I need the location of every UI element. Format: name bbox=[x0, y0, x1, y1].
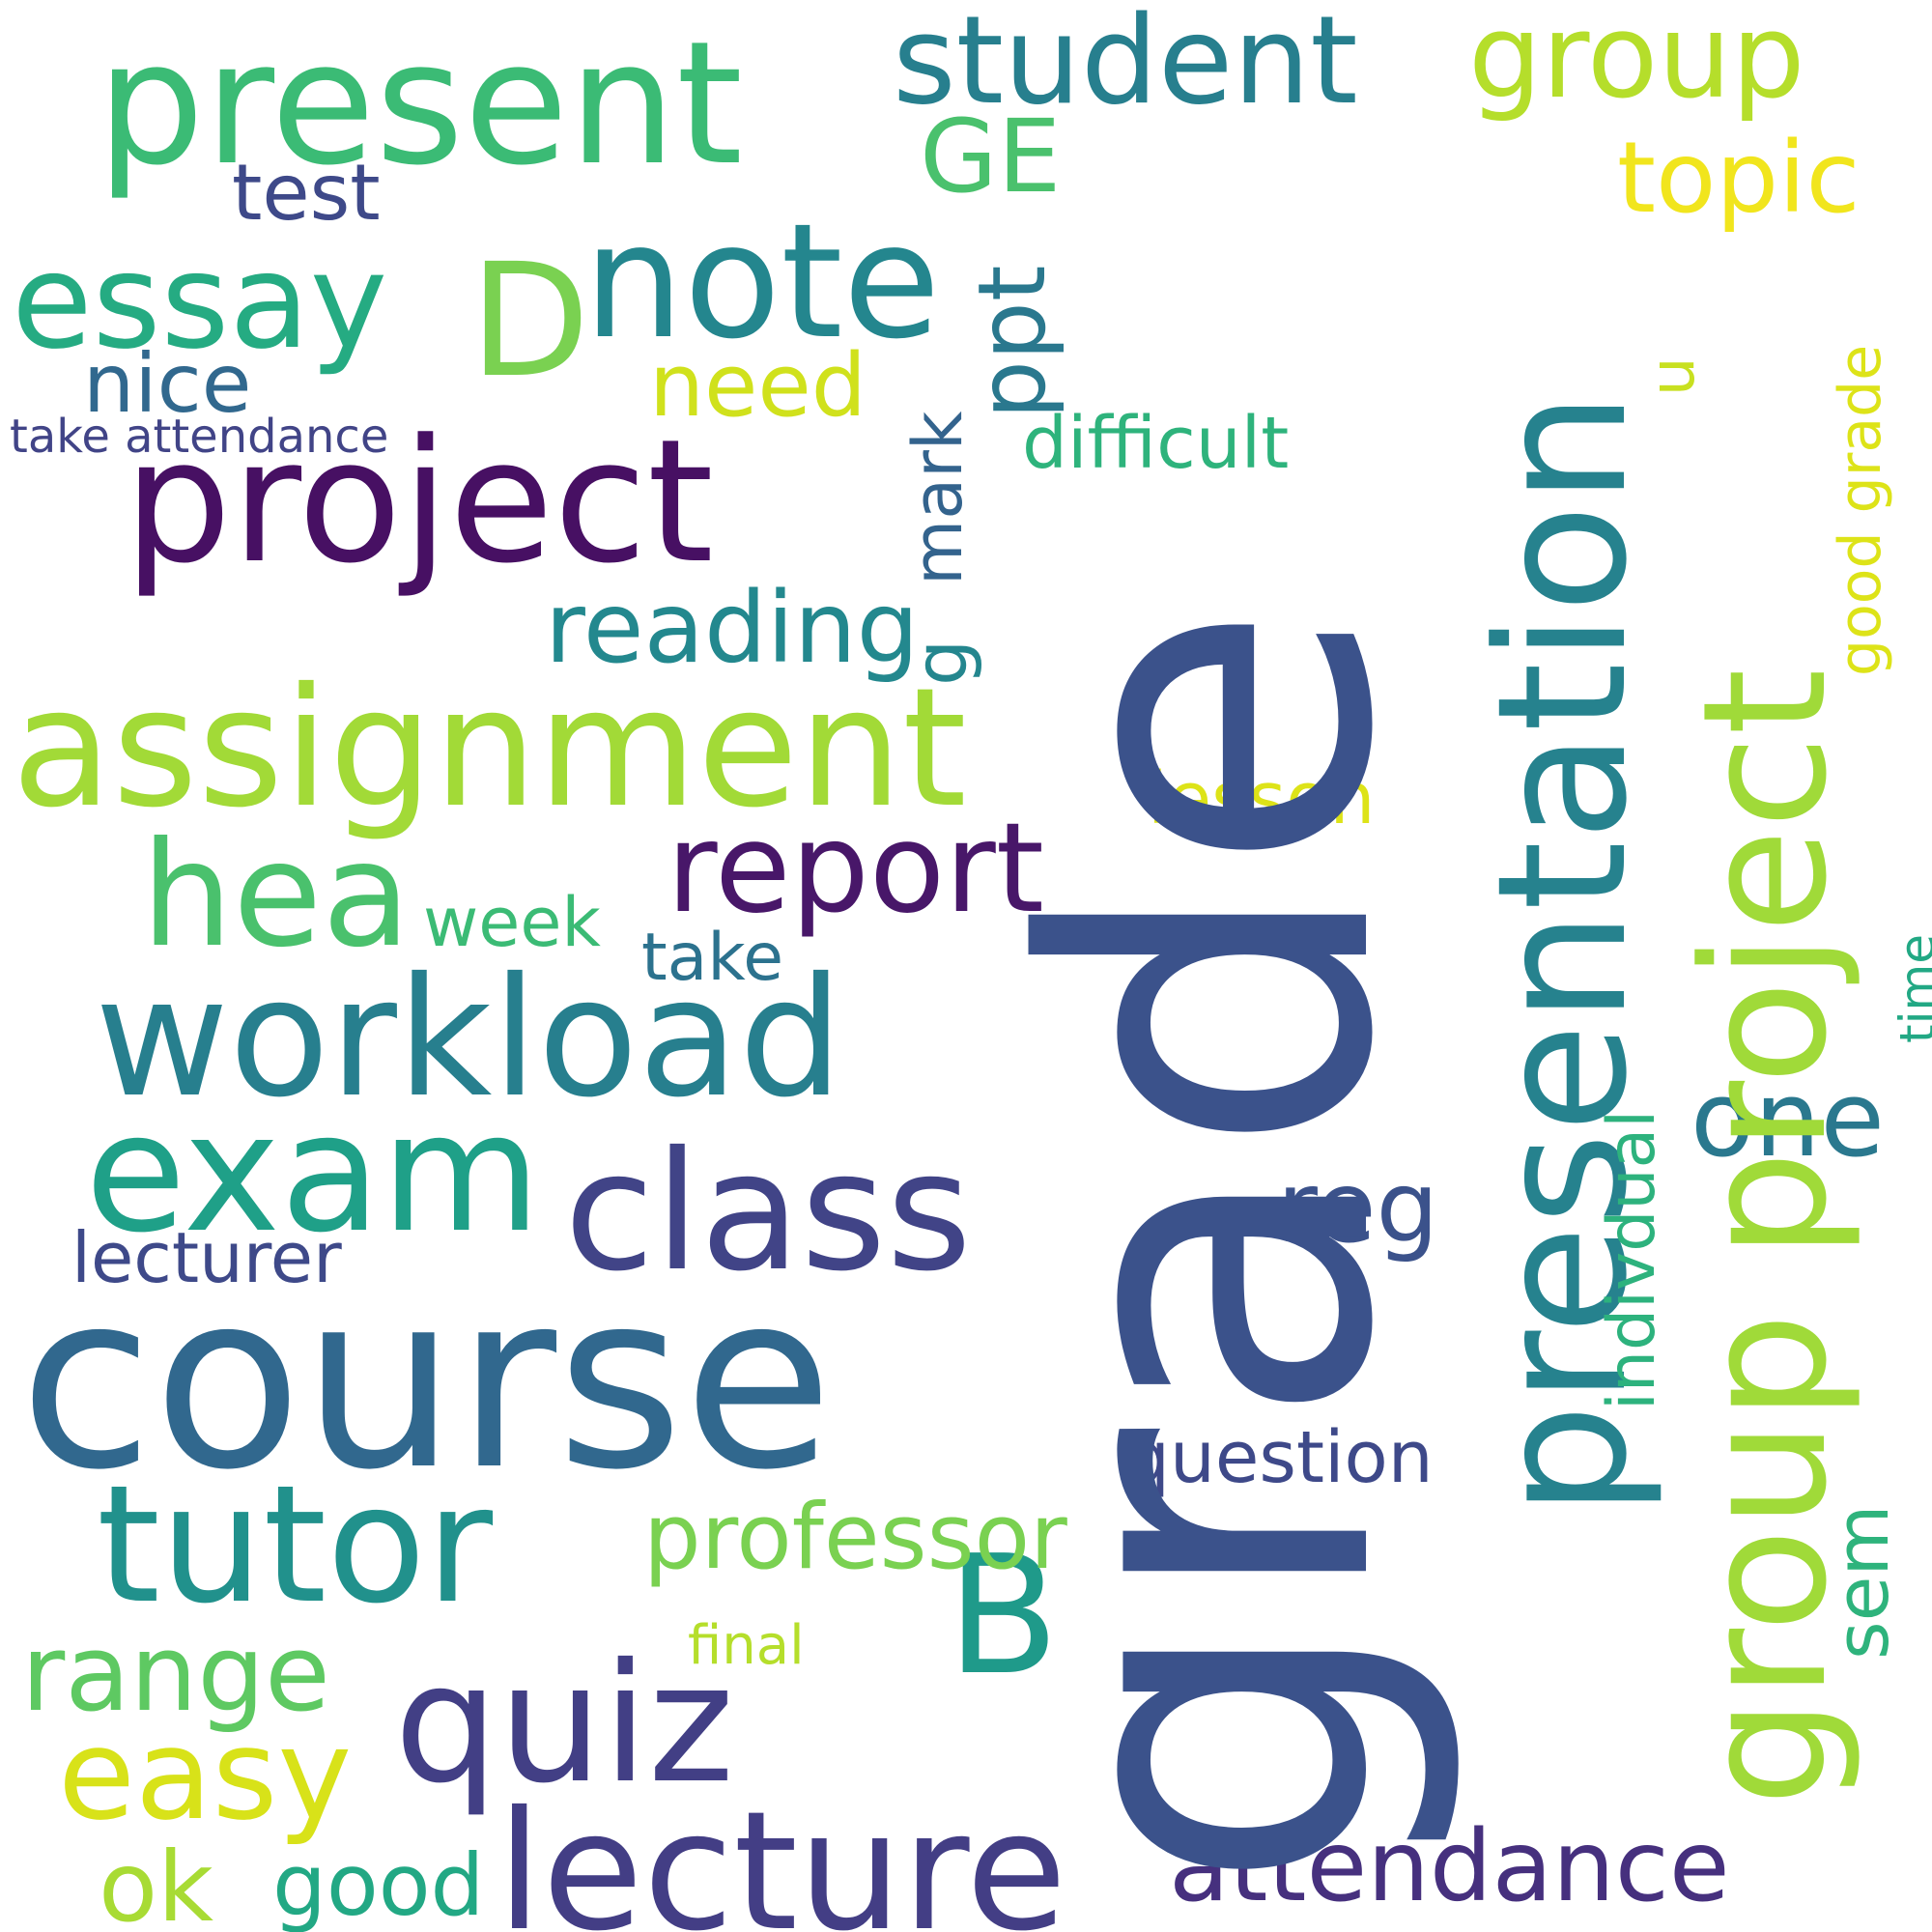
word-test: test bbox=[232, 148, 381, 238]
word-sem: sem bbox=[1819, 1504, 1905, 1660]
word-hea: hea bbox=[141, 811, 412, 980]
word-reading: reading bbox=[545, 571, 920, 686]
word-tutor: tutor bbox=[97, 1450, 494, 1639]
word-present: present bbox=[97, 5, 744, 203]
word-group: group bbox=[1468, 0, 1805, 125]
word-mark: mark bbox=[898, 411, 978, 585]
word-good: good bbox=[272, 1835, 485, 1932]
word-final: final bbox=[688, 1614, 805, 1677]
word-ok: ok bbox=[99, 1831, 214, 1932]
word-GE: GE bbox=[920, 98, 1062, 215]
word-time: time bbox=[1889, 934, 1932, 1043]
word-g: g bbox=[897, 639, 983, 686]
word-lecturer: lecturer bbox=[71, 1217, 342, 1298]
word-topic: topic bbox=[1617, 121, 1861, 236]
word-quiz: quiz bbox=[394, 1629, 735, 1820]
word-D: D bbox=[469, 231, 590, 412]
word-indivdual: indivdual bbox=[1594, 1109, 1670, 1410]
word-u: u bbox=[1637, 356, 1709, 396]
word-easy: easy bbox=[58, 1701, 353, 1848]
word-need: need bbox=[649, 335, 867, 437]
word-take: take bbox=[641, 920, 784, 996]
word-good-grade: good grade bbox=[1827, 344, 1894, 676]
word-take-attendance: take attendance bbox=[10, 410, 389, 464]
word-ppt: ppt bbox=[958, 265, 1066, 419]
word-grade: grade bbox=[954, 601, 1471, 1893]
word-week: week bbox=[423, 883, 601, 962]
word-cloud: course project present assignment worklo… bbox=[0, 0, 1932, 1932]
word-class: class bbox=[564, 1117, 973, 1308]
